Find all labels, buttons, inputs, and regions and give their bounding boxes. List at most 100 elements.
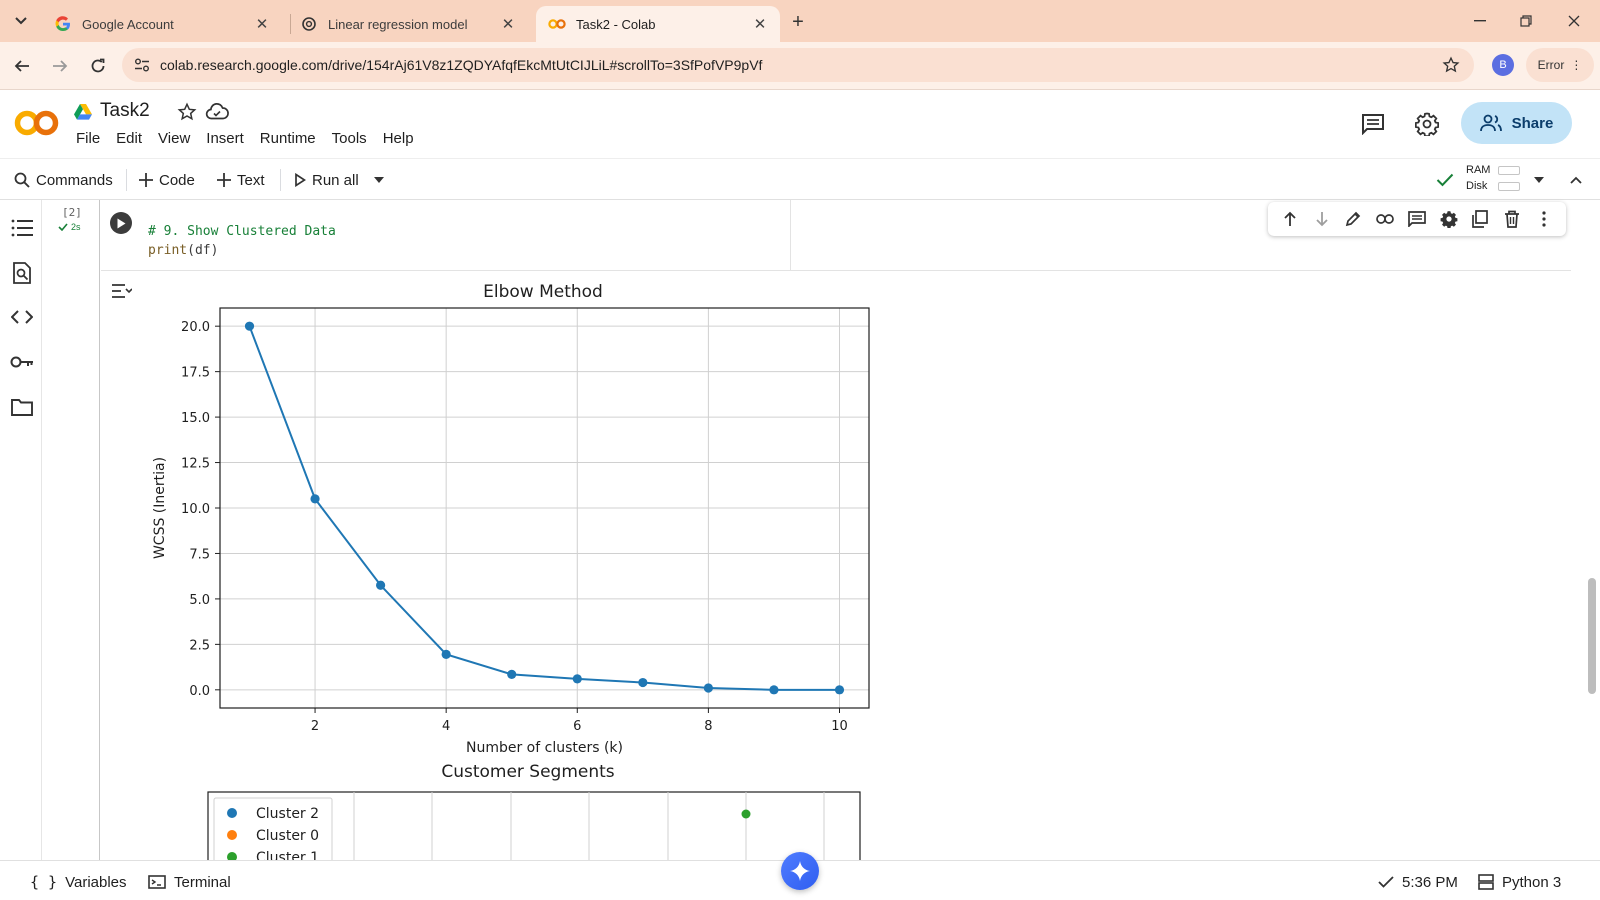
share-button[interactable]: Share [1461, 102, 1572, 144]
y-tick-label: 20.0 [181, 320, 210, 335]
reload-icon[interactable] [84, 52, 112, 80]
connected-check-icon[interactable] [1436, 168, 1454, 192]
y-tick-label: 15.0 [181, 411, 210, 426]
cell-actions-toolbar [1268, 202, 1566, 236]
menu-bar: File Edit View Insert Runtime Tools Help [74, 130, 422, 147]
delete-trash-icon[interactable] [1501, 208, 1523, 230]
bookmark-star-icon[interactable] [1440, 54, 1462, 76]
x-tick-label: 6 [573, 719, 581, 734]
y-axis-label: WCSS (Inertia) [152, 457, 168, 559]
output-actions-icon[interactable] [110, 280, 132, 302]
menu-edit[interactable]: Edit [108, 130, 150, 147]
table-of-contents-icon[interactable] [10, 216, 34, 240]
add-text-button[interactable]: Text [217, 168, 265, 192]
runtime-type-button[interactable]: Python 3 [1478, 871, 1561, 893]
terminal-button[interactable]: Terminal [148, 871, 231, 893]
output-scrollbar-thumb[interactable] [1588, 578, 1596, 694]
tab-search-chevron-icon[interactable] [8, 8, 34, 34]
runtime-dropdown-icon[interactable] [1534, 168, 1544, 192]
tab-linear-regression[interactable]: Linear regression model ✕ [288, 6, 528, 42]
colab-header: Task2 File Edit View Insert Runtime Tool… [0, 90, 1600, 158]
menu-runtime[interactable]: Runtime [252, 130, 324, 147]
legend-label: Cluster 0 [256, 828, 319, 844]
close-tab-icon[interactable]: ✕ [750, 14, 770, 34]
address-bar[interactable]: colab.research.google.com/drive/154rAj61… [122, 48, 1474, 82]
tab-google-account[interactable]: Google Account ✕ [42, 6, 282, 42]
tab-task2-colab[interactable]: Task2 - Colab ✕ [536, 6, 780, 42]
close-tab-icon[interactable]: ✕ [252, 14, 272, 34]
editor-ruler [790, 200, 791, 270]
commands-button[interactable]: Commands [14, 168, 113, 192]
error-label: Error [1537, 58, 1565, 72]
runtime-label: Python 3 [1502, 873, 1562, 891]
legend-label: Cluster 2 [256, 806, 319, 822]
customer-segments-chart: Customer Segments Cluster 2 Cluster 0 Cl… [207, 762, 861, 860]
google-g-icon [54, 15, 72, 33]
x-axis-label: Number of clusters (k) [466, 740, 623, 756]
text-label: Text [237, 171, 265, 189]
notebook-title[interactable]: Task2 [100, 100, 150, 122]
new-tab-plus-icon[interactable]: + [786, 10, 810, 34]
settings-gear-icon[interactable] [1413, 110, 1441, 138]
variables-button[interactable]: { } Variables [30, 871, 127, 893]
restore-icon[interactable] [1504, 6, 1548, 36]
site-info-icon[interactable] [132, 55, 152, 75]
data-point [638, 677, 648, 688]
menu-help[interactable]: Help [375, 130, 422, 147]
search-icon [14, 172, 30, 188]
cloud-save-icon[interactable] [205, 102, 229, 122]
back-arrow-icon[interactable] [8, 52, 36, 80]
data-point [441, 649, 451, 659]
gemini-sparkle-button[interactable] [781, 852, 819, 890]
menu-view[interactable]: View [150, 130, 198, 147]
menu-insert[interactable]: Insert [198, 130, 252, 147]
comment-icon[interactable] [1406, 208, 1428, 230]
y-tick-label: 12.5 [181, 457, 210, 472]
window-close-icon[interactable] [1552, 6, 1596, 36]
check-icon [1378, 876, 1394, 888]
mirror-cell-icon[interactable] [1469, 208, 1491, 230]
commands-label: Commands [36, 171, 113, 189]
comments-icon[interactable] [1359, 110, 1387, 138]
x-tick-label: 2 [311, 719, 319, 734]
cell-settings-gear-icon[interactable] [1438, 208, 1460, 230]
tab-title: Task2 - Colab [576, 16, 656, 32]
close-tab-icon[interactable]: ✕ [498, 14, 518, 34]
tab-title: Google Account [82, 16, 174, 32]
data-point [507, 669, 517, 679]
code-editor[interactable]: # 9. Show Clustered Data print(df) [148, 222, 336, 260]
y-tick-label: 10.0 [181, 502, 210, 517]
code-snippets-icon[interactable] [10, 305, 34, 329]
link-icon[interactable] [1374, 208, 1396, 230]
menu-file[interactable]: File [74, 130, 108, 147]
menu-tools[interactable]: Tools [324, 130, 375, 147]
files-folder-icon[interactable] [10, 395, 34, 419]
run-all-dropdown-icon[interactable] [374, 168, 384, 192]
run-all-button[interactable]: Run all [294, 168, 359, 192]
google-drive-icon[interactable] [74, 104, 92, 120]
data-point [376, 580, 386, 590]
error-menu-button[interactable]: Error ⋮ [1526, 48, 1594, 82]
move-down-arrow-icon[interactable] [1311, 208, 1333, 230]
x-axis-ticks: 2 4 6 8 10 [311, 708, 848, 734]
star-notebook-icon[interactable] [177, 102, 197, 122]
move-up-arrow-icon[interactable] [1279, 208, 1301, 230]
collapse-chevron-up-icon[interactable] [1570, 168, 1582, 192]
minimize-icon[interactable] [1458, 6, 1502, 36]
find-replace-icon[interactable] [10, 261, 34, 285]
legend-label: Cluster 1 [256, 850, 319, 860]
data-point [310, 494, 320, 504]
success-check-icon [58, 223, 68, 231]
more-options-icon[interactable] [1533, 208, 1555, 230]
resource-monitor[interactable]: RAM Disk [1466, 162, 1522, 194]
run-cell-button[interactable] [110, 212, 132, 234]
edit-pencil-icon[interactable] [1342, 208, 1364, 230]
colab-logo-icon[interactable] [14, 108, 60, 138]
add-code-button[interactable]: Code [139, 168, 195, 192]
profile-avatar[interactable]: B [1492, 54, 1514, 76]
curly-braces-icon: { } [30, 873, 58, 891]
forward-arrow-icon[interactable] [46, 52, 74, 80]
chart-title: Customer Segments [441, 762, 614, 782]
last-run-status[interactable]: 5:36 PM [1378, 871, 1458, 893]
secrets-key-icon[interactable] [10, 350, 34, 374]
